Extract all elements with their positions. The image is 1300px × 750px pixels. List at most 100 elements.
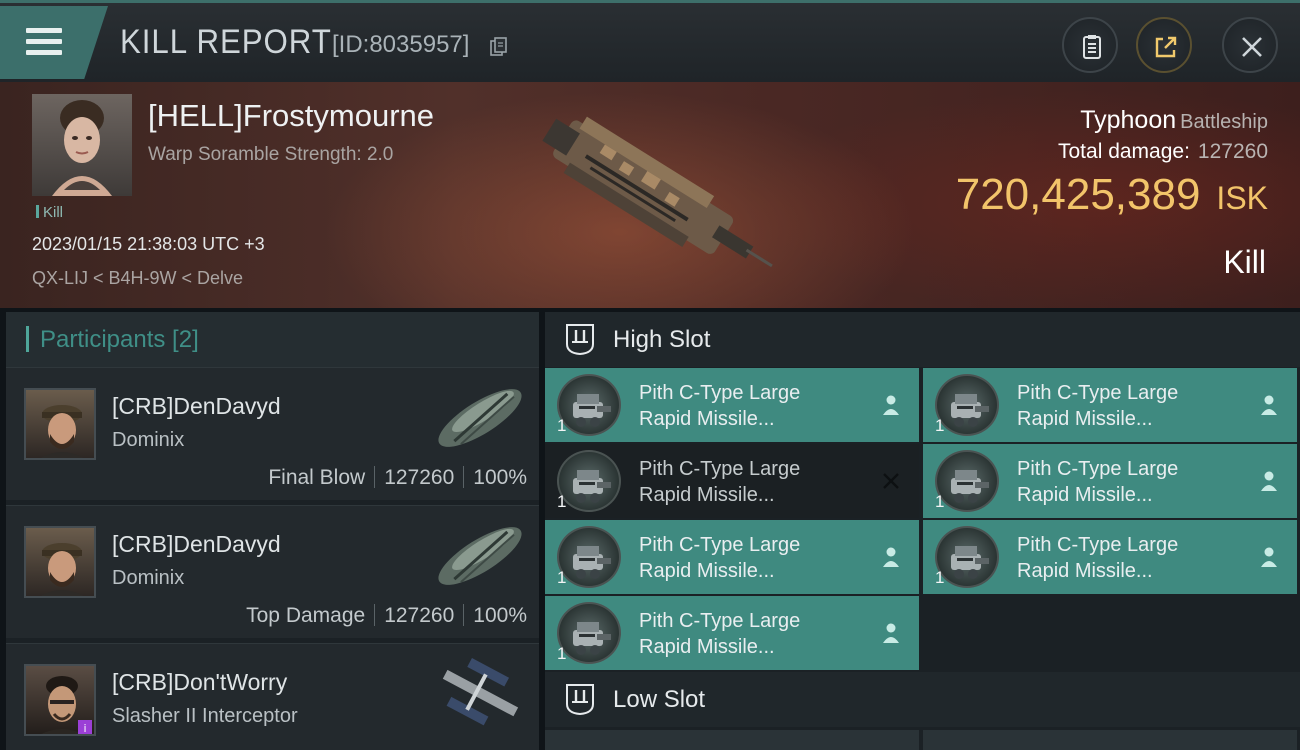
kill-location[interactable]: QX-LIJ < B4H-9W < Delve: [32, 268, 243, 289]
share-button[interactable]: [1136, 17, 1192, 73]
participant-damage-percent: 100%: [473, 466, 527, 489]
low-slot-title: Low Slot: [613, 686, 706, 713]
module-name: Pith C-Type Large Rapid Missile...: [1017, 380, 1247, 432]
avatar[interactable]: [24, 526, 96, 598]
total-damage-label: Total damage:: [1058, 140, 1190, 163]
high-slot-header: High Slot: [545, 312, 1300, 367]
participant-ship-image[interactable]: [426, 376, 534, 460]
participants-panel: Participants [2] [CRB]DenDavyd Dominix F…: [6, 312, 539, 750]
high-slot-item[interactable]: 1 Pith C-Type Large Rapid Missile...: [923, 368, 1297, 442]
module-name-line1: Pith C-Type Large: [1017, 458, 1179, 480]
victim-ship-image[interactable]: [515, 100, 785, 290]
participant-damage-percent: 100%: [473, 604, 527, 627]
module-name-line2: Rapid Missile...: [1017, 560, 1153, 582]
participant-stats: Final Blow 127260 100%: [268, 466, 527, 490]
kill-datetime: 2023/01/15 21:38:03 UTC +3: [32, 234, 265, 254]
participants-header: Participants [2]: [6, 312, 539, 367]
participant-ship: Dominix: [112, 429, 185, 451]
module-thumbnail: [935, 526, 999, 588]
participant-role: Top Damage: [246, 604, 366, 627]
clipboard-button[interactable]: [1062, 17, 1118, 73]
module-quantity: 1: [935, 416, 945, 435]
hamburger-menu-icon[interactable]: [26, 28, 62, 56]
low-slot-header: Low Slot: [545, 672, 1300, 727]
module-quantity: 1: [935, 568, 945, 587]
module-thumbnail: [557, 602, 621, 664]
module-name: Pith C-Type Large Rapid Missile...: [639, 456, 869, 508]
destroyed-icon: [881, 470, 901, 492]
module-name-line1: Pith C-Type Large: [639, 534, 801, 556]
svg-text:i: i: [83, 722, 86, 735]
avatar[interactable]: [24, 388, 96, 460]
module-quantity: 1: [557, 568, 567, 587]
module-name-line2: Rapid Missile...: [639, 636, 775, 658]
low-slot-item[interactable]: [923, 730, 1297, 750]
participant-card[interactable]: [CRB]DenDavyd Dominix Final Blow 127260 10…: [6, 367, 539, 500]
module-name-line2: Rapid Missile...: [1017, 408, 1153, 430]
module-name-line2: Rapid Missile...: [1017, 484, 1153, 506]
module-name: Pith C-Type Large Rapid Missile...: [639, 532, 869, 584]
victim-ship-class: Battleship: [1180, 111, 1268, 133]
module-thumbnail: [557, 374, 621, 436]
participant-name[interactable]: [CRB]DenDavyd: [112, 393, 281, 420]
participant-ship-image[interactable]: [426, 652, 534, 736]
total-damage-value: 127260: [1197, 140, 1268, 163]
total-damage: Total damage: 127260: [1058, 140, 1268, 164]
participant-name[interactable]: [CRB]DenDavyd: [112, 531, 281, 558]
module-name: Pith C-Type Large Rapid Missile...: [639, 380, 869, 432]
high-slot-item[interactable]: 1 Pith C-Type Large Rapid Missile...: [545, 368, 919, 442]
victim-pilot-name[interactable]: [HELL]Frostymourne: [148, 98, 434, 134]
participant-damage: 127260: [384, 466, 455, 489]
high-slot-item[interactable]: 1 Pith C-Type Large Rapid Missile...: [545, 520, 919, 594]
participant-damage: 127260: [384, 604, 455, 627]
low-slot-item[interactable]: [545, 730, 919, 750]
close-icon: [1242, 37, 1262, 57]
module-name-line1: Pith C-Type Large: [1017, 534, 1179, 556]
high-slot-icon: [566, 324, 594, 356]
high-slot-item[interactable]: 1 Pith C-Type Large Rapid Missile...: [923, 520, 1297, 594]
victim-ship-info: Typhoon Battleship: [1080, 106, 1268, 135]
module-name: Pith C-Type Large Rapid Missile...: [1017, 532, 1247, 584]
high-slot-item[interactable]: 1 Pith C-Type Large Rapid Missile...: [923, 444, 1297, 518]
dropped-person-icon: [1259, 394, 1279, 416]
module-name-line1: Pith C-Type Large: [639, 382, 801, 404]
participant-name[interactable]: [CRB]Don'tWorry: [112, 669, 287, 696]
dropped-person-icon: [881, 622, 901, 644]
kill-tag: Kill: [36, 204, 63, 221]
kill-banner: [HELL]Frostymourne Warp Soramble Strengt…: [0, 82, 1300, 308]
high-slot-item[interactable]: 1 Pith C-Type Large Rapid Missile...: [545, 444, 919, 518]
module-quantity: 1: [557, 416, 567, 435]
participant-card[interactable]: i [CRB]Don'tWorry Slasher II Interceptor: [6, 643, 539, 750]
isk-value: 720,425,389: [955, 170, 1201, 219]
copy-icon[interactable]: [490, 37, 508, 57]
module-name-line2: Rapid Missile...: [639, 484, 775, 506]
victim-portrait[interactable]: [32, 94, 132, 196]
module-quantity: 1: [557, 492, 567, 511]
module-name: Pith C-Type Large Rapid Missile...: [639, 608, 869, 660]
victim-ship-name[interactable]: Typhoon: [1080, 106, 1176, 134]
menu-button[interactable]: [0, 6, 108, 79]
participant-stats: Top Damage 127260 100%: [246, 604, 527, 628]
dropped-person-icon: [1259, 546, 1279, 568]
close-button[interactable]: [1222, 17, 1278, 73]
dropped-person-icon: [881, 546, 901, 568]
module-thumbnail: [935, 374, 999, 436]
module-name-line1: Pith C-Type Large: [639, 610, 801, 632]
low-slot-icon: [566, 684, 594, 716]
module-thumbnail: [557, 526, 621, 588]
module-name-line2: Rapid Missile...: [639, 560, 775, 582]
participant-ship-image[interactable]: [426, 514, 534, 598]
kill-report-header: KILL REPORT [ID:8035957]: [0, 0, 1300, 82]
participant-card[interactable]: [CRB]DenDavyd Dominix Top Damage 127260 10…: [6, 505, 539, 638]
warp-scramble-strength: Warp Soramble Strength: 2.0: [148, 144, 394, 165]
isk-unit: ISK: [1216, 180, 1268, 216]
share-icon: [1155, 36, 1177, 58]
high-slot-item[interactable]: 1 Pith C-Type Large Rapid Missile...: [545, 596, 919, 670]
avatar[interactable]: i: [24, 664, 96, 736]
participant-role: Final Blow: [268, 466, 366, 489]
dropped-person-icon: [881, 394, 901, 416]
module-name-line2: Rapid Missile...: [639, 408, 775, 430]
participants-title: Participants [2]: [40, 326, 199, 353]
high-slot-title: High Slot: [613, 326, 711, 353]
module-quantity: 1: [557, 644, 567, 663]
